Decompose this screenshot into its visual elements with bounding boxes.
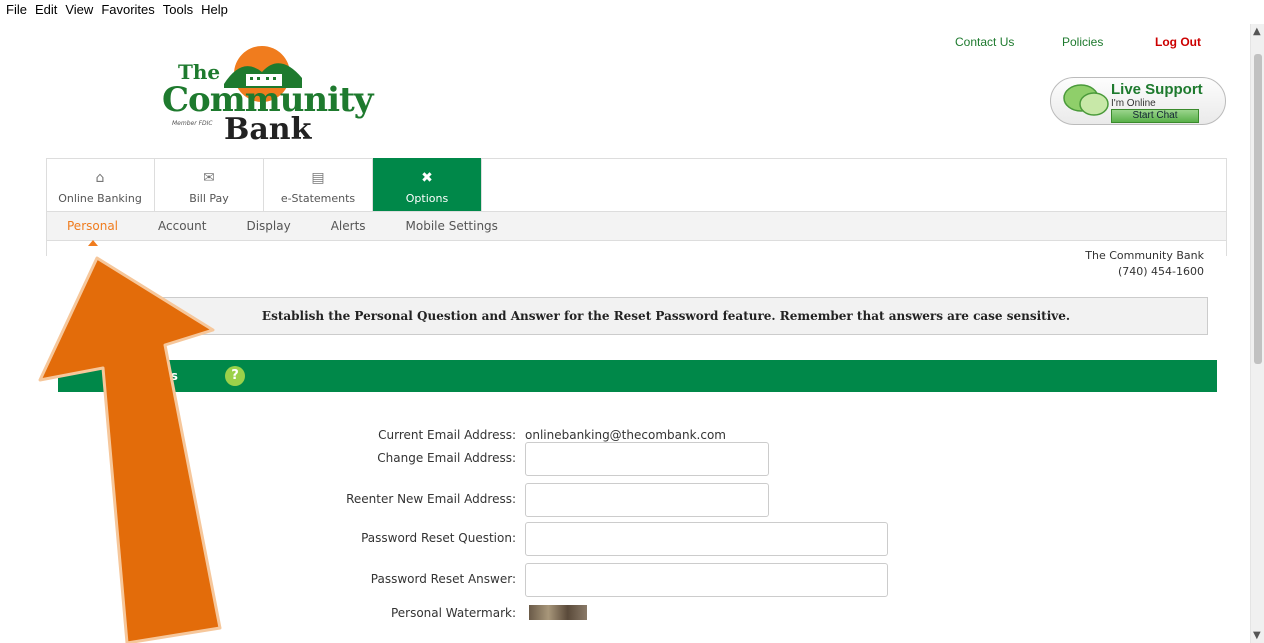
change-email-input[interactable] <box>525 442 769 476</box>
bank-phone: (740) 454-1600 <box>1117 265 1204 278</box>
chat-bubbles-icon <box>1063 84 1109 116</box>
question-label: Password Reset Question: <box>361 531 516 545</box>
bank-contact-info: The Community Bank (740) 454-1600 <box>1085 248 1204 280</box>
reenter-email-label: Reenter New Email Address: <box>346 492 516 506</box>
menu-bar: File Edit View Favorites Tools Help <box>0 0 1264 24</box>
subnav-personal[interactable]: Personal <box>47 212 138 246</box>
section-title: ttings <box>138 369 178 383</box>
tab-e-statements[interactable]: ▤ e-Statements <box>264 158 373 211</box>
watermark-image[interactable] <box>529 605 587 620</box>
sub-navigation: Personal Account Display Alerts Mobile S… <box>47 211 1226 246</box>
change-email-label: Change Email Address: <box>377 451 516 465</box>
subnav-account[interactable]: Account <box>138 212 226 240</box>
reenter-email-input[interactable] <box>525 483 769 517</box>
live-support-widget[interactable]: Live Support I'm Online Start Chat <box>1050 77 1226 125</box>
support-title: Live Support <box>1111 81 1203 98</box>
menu-favorites[interactable]: Favorites <box>101 2 154 22</box>
section-header: ttings ? <box>58 360 1217 392</box>
scrollbar-thumb[interactable] <box>1254 54 1262 364</box>
tab-label: e-Statements <box>280 192 356 205</box>
menu-view[interactable]: View <box>65 2 93 22</box>
bank-logo[interactable]: The Community Member FDIC Bank <box>162 42 374 147</box>
briefcase-icon: ▤ <box>311 170 325 186</box>
password-reset-question-input[interactable] <box>525 522 888 556</box>
change-email-row: Change Email Address: <box>250 442 950 476</box>
support-status: I'm Online <box>1111 98 1156 109</box>
main-tabs: ⌂ Online Banking ✉ Bill Pay ▤ e-Statemen… <box>46 158 482 211</box>
contact-us-link[interactable]: Contact Us <box>955 35 1014 49</box>
info-notice: Establish the Personal Question and Answ… <box>124 297 1208 335</box>
logo-fdic-text: Member FDIC <box>172 120 213 127</box>
logo-bank-text: Bank <box>224 112 312 147</box>
current-email-label: Current Email Address: <box>378 428 516 442</box>
tab-label: Options <box>405 192 449 205</box>
subnav-mobile-settings[interactable]: Mobile Settings <box>386 212 518 240</box>
menu-tools[interactable]: Tools <box>163 2 193 22</box>
bank-name: The Community Bank <box>1085 249 1204 262</box>
vertical-scrollbar[interactable]: ▲ ▼ <box>1250 24 1264 643</box>
tab-label: Bill Pay <box>189 192 229 205</box>
answer-label: Password Reset Answer: <box>370 572 516 586</box>
start-chat-button[interactable]: Start Chat <box>1111 109 1199 123</box>
subnav-alerts[interactable]: Alerts <box>311 212 386 240</box>
current-email-value: onlinebanking@thecombank.com <box>525 428 726 442</box>
tab-label: Online Banking <box>58 192 142 205</box>
tab-bill-pay[interactable]: ✉ Bill Pay <box>155 158 264 211</box>
logout-link[interactable]: Log Out <box>1155 35 1201 49</box>
tools-icon: ✖ <box>421 170 433 186</box>
password-reset-answer-input[interactable] <box>525 563 888 597</box>
subnav-display[interactable]: Display <box>226 212 310 240</box>
reenter-email-row: Reenter New Email Address: <box>250 483 950 517</box>
bill-icon: ✉ <box>203 170 215 186</box>
watermark-label: Personal Watermark: <box>390 606 516 620</box>
tab-online-banking[interactable]: ⌂ Online Banking <box>46 158 155 211</box>
menu-edit[interactable]: Edit <box>35 2 57 22</box>
answer-row: Password Reset Answer: <box>250 563 950 597</box>
tab-options[interactable]: ✖ Options <box>373 158 482 211</box>
policies-link[interactable]: Policies <box>1062 35 1103 49</box>
top-links: Contact Us Policies Log Out <box>0 35 1264 51</box>
help-icon[interactable]: ? <box>225 366 245 386</box>
question-row: Password Reset Question: <box>250 522 950 556</box>
menu-help[interactable]: Help <box>201 2 228 22</box>
scroll-down-icon[interactable]: ▼ <box>1253 630 1261 641</box>
watermark-row: Personal Watermark: <box>250 605 950 639</box>
home-icon: ⌂ <box>95 170 105 186</box>
menu-file[interactable]: File <box>6 2 27 22</box>
